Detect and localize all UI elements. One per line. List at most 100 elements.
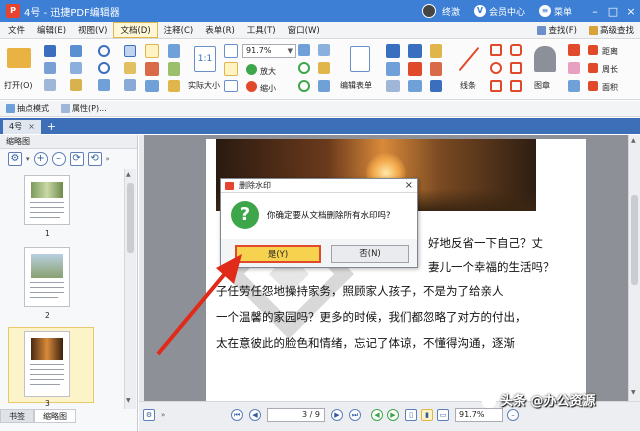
form-field-icon[interactable] <box>318 44 330 56</box>
insert-page-icon[interactable] <box>168 62 180 76</box>
rectangle-icon[interactable] <box>490 44 502 56</box>
rotate-left-icon[interactable] <box>298 62 310 74</box>
perimeter-label[interactable]: 周长 <box>602 64 618 75</box>
page-number-input[interactable]: 3 / 9 <box>267 408 325 422</box>
chevron-down-icon[interactable]: ▼ <box>288 45 293 57</box>
document-tab[interactable]: 4号 × <box>3 120 41 134</box>
zoom-out-label[interactable]: 缩小 <box>260 83 276 94</box>
first-page-button[interactable]: ⏮ <box>231 409 243 421</box>
tab-thumbnails[interactable]: 缩略图 <box>34 409 76 423</box>
paste-icon[interactable] <box>70 79 82 91</box>
zoom-in-label[interactable]: 放大 <box>260 66 276 77</box>
brush-icon[interactable] <box>568 80 580 92</box>
zoom-status-combo[interactable]: 91.7% <box>455 408 503 422</box>
scroll-thumb[interactable] <box>631 195 638 285</box>
list-box-icon[interactable] <box>386 62 400 76</box>
scroll-up-icon[interactable]: ▲ <box>126 171 131 178</box>
rotate-page-icon[interactable] <box>168 44 180 58</box>
rotate-thumbnail-ccw-icon[interactable]: ⟲ <box>87 152 102 166</box>
edit-form-button[interactable]: 编辑表单 <box>340 44 380 94</box>
typewriter-icon[interactable] <box>145 62 159 76</box>
menu-tools[interactable]: 工具(T) <box>241 23 282 37</box>
print-icon[interactable] <box>44 62 56 74</box>
image-tool-icon[interactable] <box>145 80 159 92</box>
user-name[interactable]: 终激 <box>442 5 460 18</box>
gear-icon[interactable]: ⚙ <box>143 409 155 421</box>
thumbnail-page-3[interactable] <box>24 331 70 397</box>
arrow-tool-icon[interactable] <box>510 80 522 92</box>
attachment-icon[interactable] <box>430 62 442 76</box>
scroll-down-icon[interactable]: ▼ <box>631 389 636 396</box>
rotate-right-icon[interactable] <box>298 80 310 92</box>
zoom-page-icon[interactable] <box>298 44 310 56</box>
zoom-out-icon[interactable] <box>246 81 257 92</box>
menu-window[interactable]: 窗口(W) <box>282 23 326 37</box>
thumbnail-page-2[interactable] <box>24 247 70 307</box>
pencil-icon[interactable] <box>568 44 580 56</box>
thumbnail-page-1[interactable] <box>24 175 70 225</box>
perimeter-icon[interactable] <box>588 63 598 73</box>
eraser-icon[interactable] <box>568 62 580 74</box>
actual-size-button[interactable]: 1:1 实际大小 <box>188 44 224 94</box>
save-icon[interactable] <box>44 45 56 57</box>
find-button[interactable]: 查找(F) <box>531 23 583 37</box>
rotate-thumbnail-icon[interactable]: ⟳ <box>69 152 84 166</box>
menu-form[interactable]: 表单(R) <box>199 23 241 37</box>
underline-icon[interactable] <box>408 80 422 92</box>
scroll-down-icon[interactable]: ▼ <box>126 397 131 404</box>
zoom-out-thumbnail-icon[interactable]: – <box>51 152 66 166</box>
email-icon[interactable] <box>44 79 56 91</box>
no-button[interactable]: 否(N) <box>331 245 409 263</box>
vip-center-button[interactable]: V 会员中心 <box>473 5 525 18</box>
line-tool-button[interactable]: 线条 <box>456 44 486 94</box>
menu-view[interactable]: 视图(V) <box>72 23 113 37</box>
open-button[interactable]: 打开(O) <box>4 44 34 90</box>
menu-edit[interactable]: 编辑(E) <box>31 23 72 37</box>
close-icon[interactable]: × <box>405 179 413 193</box>
ellipse-icon[interactable] <box>490 62 502 74</box>
last-page-button[interactable]: ⏭ <box>349 409 361 421</box>
radio-field-icon[interactable] <box>318 80 330 92</box>
fit-width-icon[interactable] <box>224 62 238 76</box>
polygon-icon[interactable] <box>510 62 522 74</box>
snapshot-mode-button[interactable]: 抽点模式 <box>6 103 49 114</box>
chevron-down-icon[interactable]: ▾ <box>26 155 30 163</box>
sound-icon[interactable] <box>430 80 442 92</box>
zoom-combo[interactable]: 91.7% ▼ <box>242 44 296 58</box>
undo-icon[interactable] <box>98 45 110 57</box>
continuous-page-icon[interactable]: ▮ <box>421 409 433 421</box>
copy-icon[interactable] <box>70 62 82 74</box>
document-scrollbar[interactable]: ▲ ▼ <box>628 135 640 401</box>
close-window-button[interactable]: × <box>622 5 640 18</box>
more-icon[interactable]: » <box>161 411 165 419</box>
user-avatar[interactable] <box>421 4 436 18</box>
minimize-button[interactable]: – <box>586 5 604 18</box>
polyline-icon[interactable] <box>490 80 502 92</box>
maximize-button[interactable]: □ <box>604 5 622 18</box>
tab-bookmarks[interactable]: 书签 <box>0 409 34 423</box>
back-icon[interactable]: ◀ <box>371 409 383 421</box>
prev-page-button[interactable]: ◀ <box>249 409 261 421</box>
extract-page-icon[interactable] <box>168 80 180 92</box>
fit-page-icon[interactable] <box>224 44 238 58</box>
scroll-thumb[interactable] <box>127 183 134 253</box>
single-page-icon[interactable]: ▯ <box>405 409 417 421</box>
redo-icon[interactable] <box>98 62 110 74</box>
distance-label[interactable]: 距离 <box>602 46 618 57</box>
note-icon[interactable] <box>430 44 442 58</box>
stamp-button[interactable]: 图章 <box>528 44 562 94</box>
fit-visible-icon[interactable] <box>224 80 238 92</box>
fit-page-status-icon[interactable]: ▭ <box>437 409 449 421</box>
scroll-up-icon[interactable]: ▲ <box>631 137 636 144</box>
gear-icon[interactable]: ⚙ <box>8 152 22 166</box>
text-select-icon[interactable] <box>124 79 136 91</box>
zoom-out-status-icon[interactable]: – <box>507 409 519 421</box>
cloud-icon[interactable] <box>510 44 522 56</box>
thumbnail-scrollbar[interactable]: ▲ ▼ <box>124 169 136 409</box>
close-tab-icon[interactable]: × <box>28 120 35 134</box>
combo-box-icon[interactable] <box>386 80 400 92</box>
hand-tool-icon[interactable] <box>98 79 110 91</box>
forward-icon[interactable]: ▶ <box>387 409 399 421</box>
new-tab-button[interactable]: + <box>47 120 56 134</box>
zoom-in-icon[interactable] <box>246 64 257 75</box>
